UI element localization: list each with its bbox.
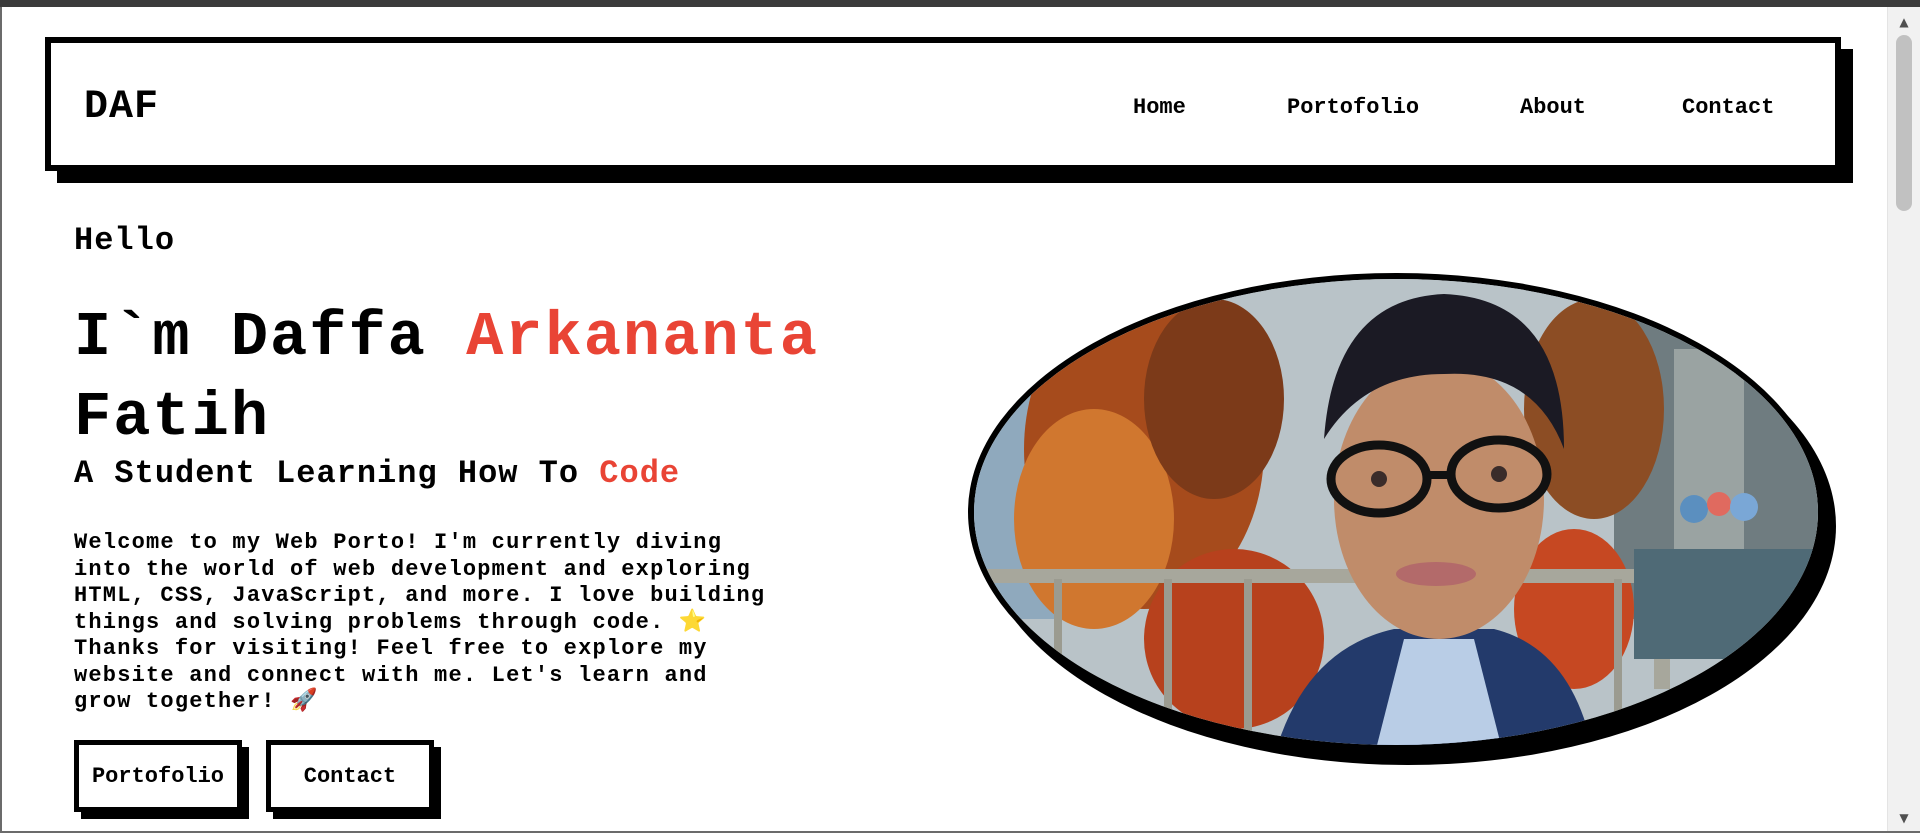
tagline-accent: Code	[599, 455, 681, 492]
tagline-prefix: A Student Learning How To	[74, 455, 580, 492]
nav-link-about[interactable]: About	[1520, 95, 1586, 120]
navbar-box: DAF Home Portofolio About Contact	[45, 37, 1841, 171]
logo[interactable]: DAF	[84, 85, 159, 130]
profile-photo-wrap	[968, 273, 1836, 765]
contact-button-wrap: Contact	[266, 740, 441, 819]
scroll-thumb[interactable]	[1896, 35, 1912, 211]
name-last: Fatih	[74, 382, 271, 453]
nav-link-home[interactable]: Home	[1133, 95, 1186, 120]
name-prefix: I`m Daffa	[74, 302, 427, 373]
hero-tagline: A Student Learning How To Code	[74, 455, 680, 492]
profile-photo-illustration	[974, 279, 1818, 745]
greeting: Hello	[74, 222, 176, 259]
browser-top-edge	[0, 0, 1920, 7]
nav-link-portofolio[interactable]: Portofolio	[1287, 95, 1419, 120]
portofolio-button-wrap: Portofolio	[74, 740, 249, 819]
portofolio-button[interactable]: Portofolio	[74, 740, 242, 812]
navbar: DAF Home Portofolio About Contact	[45, 37, 1853, 183]
scroll-up-arrow-icon[interactable]: ▲	[1888, 11, 1920, 33]
hero-headline: I`m Daffa Arkananta Fatih	[74, 298, 934, 458]
window-left-edge	[0, 7, 2, 833]
scroll-down-arrow-icon[interactable]: ▼	[1888, 807, 1920, 829]
contact-button[interactable]: Contact	[266, 740, 434, 812]
profile-photo	[968, 273, 1824, 751]
name-accent: Arkananta	[466, 302, 819, 373]
page-scrollbar[interactable]: ▲ ▼	[1887, 7, 1920, 833]
nav-link-contact[interactable]: Contact	[1682, 95, 1774, 120]
hero-description: Welcome to my Web Porto! I'm currently d…	[74, 530, 766, 714]
